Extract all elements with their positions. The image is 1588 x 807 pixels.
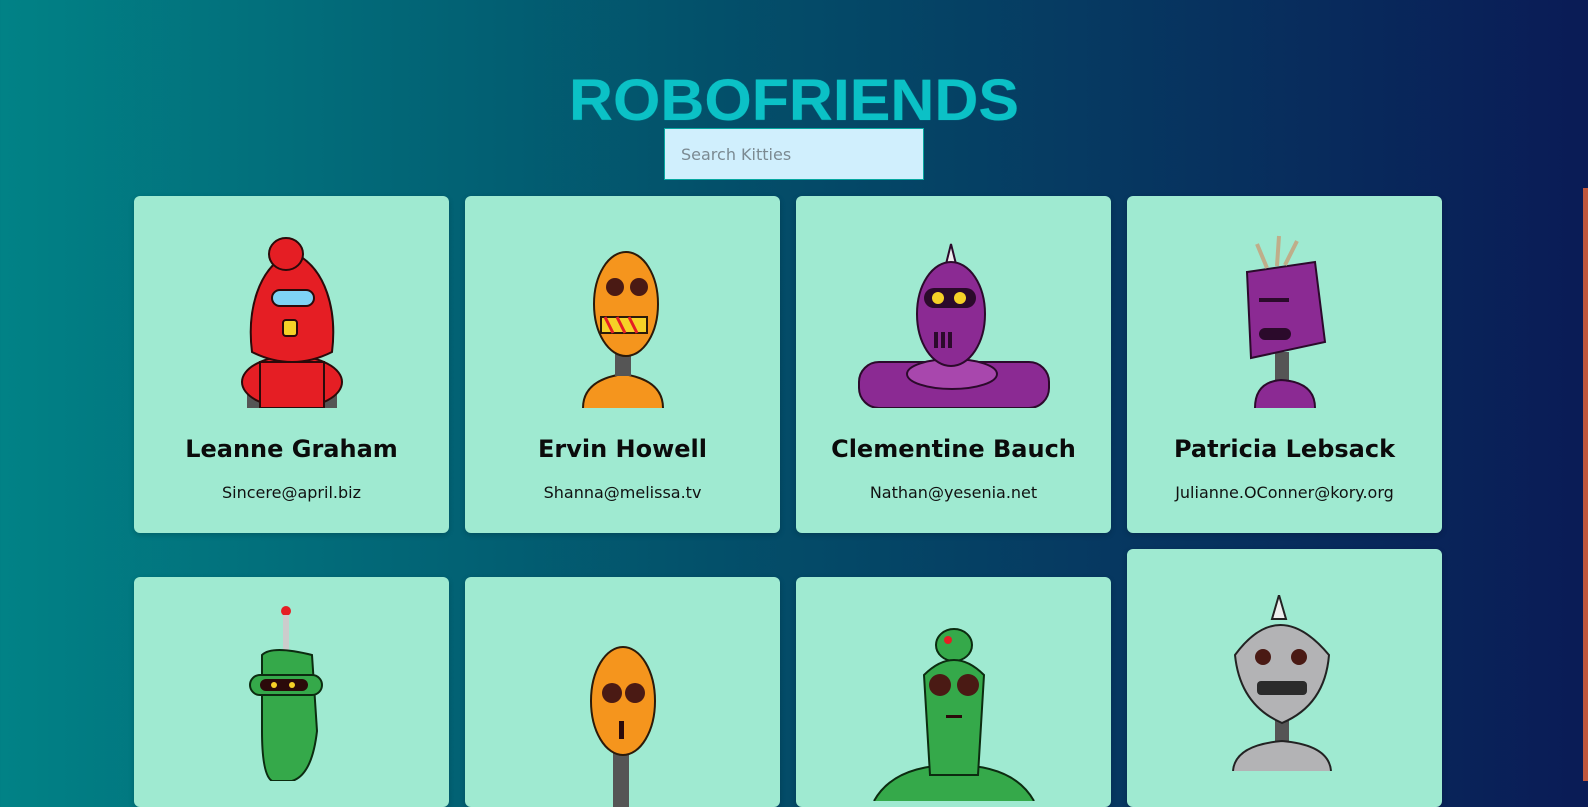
app-title: ROBOFRIENDS [568,67,1019,133]
scrollbar[interactable] [1583,188,1588,781]
robot-avatar-purple [1245,235,1326,408]
robot-card[interactable]: Clementine Bauch Nathan@yesenia.net [796,196,1111,533]
search-input[interactable] [664,128,924,180]
robot-card[interactable]: Leanne Graham Sincere@april.biz [134,196,449,533]
robot-card[interactable] [465,577,780,807]
robot-card[interactable]: Ervin Howell Shanna@melissa.tv [465,196,780,533]
robot-avatar-orange [581,251,664,408]
robot-avatar-grey [1231,595,1332,771]
card-name: Clementine Bauch [831,435,1076,463]
card-name: Ervin Howell [537,435,708,463]
card-email: Sincere@april.biz [222,483,361,502]
robot-avatar-green [872,628,1035,801]
card-email: Nathan@yesenia.net [869,483,1038,502]
robot-card[interactable]: Patricia Lebsack Julianne.OConner@kory.o… [1127,196,1442,533]
robot-avatar-purple [857,243,1050,408]
robot-card[interactable] [134,577,449,807]
robot-card[interactable] [796,577,1111,807]
robot-avatar-green [248,606,323,781]
robot-avatar-orange [589,646,656,807]
card-name: Leanne Graham [185,435,398,463]
card-email: Shanna@melissa.tv [543,483,702,502]
card-name: Patricia Lebsack [1173,435,1396,463]
card-email: Julianne.OConner@kory.org [1175,483,1394,502]
robot-avatar-red [240,237,343,408]
robot-card[interactable] [1127,549,1442,807]
